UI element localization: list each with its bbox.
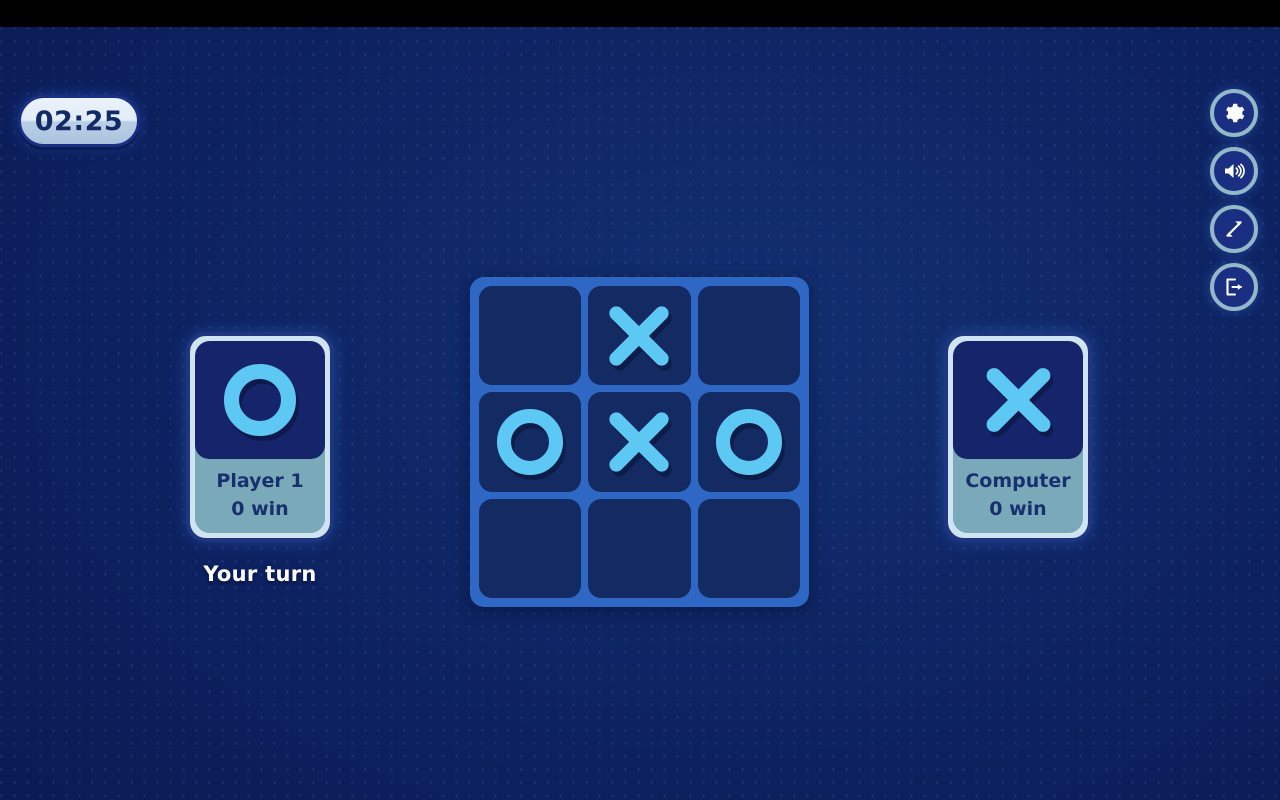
fullscreen-button[interactable] <box>1210 205 1258 253</box>
sound-button[interactable] <box>1210 147 1258 195</box>
board-cell-5[interactable] <box>697 392 800 492</box>
x-mark-icon <box>604 301 674 371</box>
letterbox-top-bar <box>0 0 1280 27</box>
computer-wins: 0 win <box>989 498 1047 521</box>
game-screen: 02:25 Player 1 0 win Your turn Computer … <box>0 0 1280 800</box>
expand-icon <box>1222 217 1246 241</box>
game-stage: 02:25 Player 1 0 win Your turn Computer … <box>0 27 1280 800</box>
o-mark-icon <box>497 408 564 475</box>
board-cell-3[interactable] <box>479 392 582 492</box>
x-mark-icon <box>980 362 1056 438</box>
computer-card-labels: Computer 0 win <box>953 459 1083 534</box>
game-timer: 02:25 <box>18 95 140 147</box>
board-cell-7[interactable] <box>588 498 691 598</box>
settings-button[interactable] <box>1210 89 1258 137</box>
board-cell-6[interactable] <box>479 498 582 598</box>
icon-rail <box>1210 89 1258 311</box>
computer-card-inner: Computer 0 win <box>953 341 1083 534</box>
player-wins: 0 win <box>231 498 289 521</box>
board-cell-1[interactable] <box>588 286 691 386</box>
o-mark-icon <box>224 364 296 436</box>
computer-symbol-x <box>953 341 1083 459</box>
turn-status-text: Your turn <box>203 562 317 586</box>
board-cell-2[interactable] <box>697 286 800 386</box>
timer-value: 02:25 <box>34 105 124 137</box>
speaker-icon <box>1222 159 1246 183</box>
o-mark-icon <box>715 408 782 475</box>
player-name: Player 1 <box>216 470 304 492</box>
computer-name: Computer <box>965 470 1071 492</box>
player-card-right[interactable]: Computer 0 win <box>944 332 1092 543</box>
board-cell-8[interactable] <box>697 498 800 598</box>
board-cell-0[interactable] <box>479 286 582 386</box>
gear-icon <box>1222 101 1246 125</box>
x-mark-icon <box>604 407 674 477</box>
player-card-inner: Player 1 0 win <box>195 341 325 534</box>
exit-button[interactable] <box>1210 263 1258 311</box>
player-symbol-o <box>195 341 325 459</box>
board-cell-4[interactable] <box>588 392 691 492</box>
game-board <box>470 277 809 607</box>
player-card-left[interactable]: Player 1 0 win <box>186 332 334 543</box>
exit-icon <box>1222 275 1246 299</box>
player-card-labels: Player 1 0 win <box>195 459 325 534</box>
